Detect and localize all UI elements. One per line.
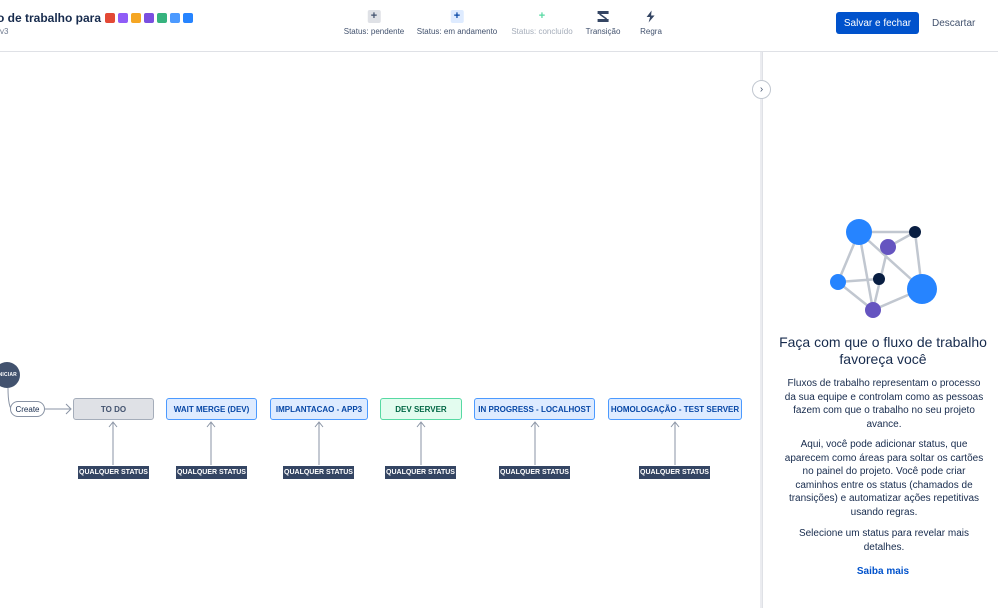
add-status-done-button[interactable]: + Status: concluído	[511, 10, 572, 36]
add-status-todo-button[interactable]: + Status: pendente	[343, 10, 405, 36]
save-and-close-button[interactable]: Salvar e fechar	[836, 12, 919, 34]
any-status-transition[interactable]: QUALQUER STATUS	[385, 466, 456, 479]
any-status-transition[interactable]: QUALQUER STATUS	[639, 466, 710, 479]
status-wait-merge-dev[interactable]: WAIT MERGE (DEV)	[166, 398, 257, 420]
info-panel: Faça com que o fluxo de trabalho favoreç…	[762, 52, 998, 608]
status-dev-server[interactable]: DEV SERVER	[380, 398, 462, 420]
any-status-transition[interactable]: QUALQUER STATUS	[499, 466, 570, 479]
panel-title: Faça com que o fluxo de trabalho favoreç…	[779, 334, 987, 367]
tool-label: Status: em andamento	[416, 27, 498, 36]
plus-icon: +	[538, 10, 546, 22]
plus-icon: +	[450, 10, 464, 23]
panel-paragraph: Fluxos de trabalho representam o process…	[784, 378, 984, 430]
status-to-do[interactable]: TO DO	[73, 398, 154, 420]
workflow-connectors	[7, 387, 680, 465]
status-homologacao-test-server[interactable]: HOMOLOGAÇÃO - TEST SERVER	[608, 398, 742, 420]
add-rule-button[interactable]: Regra	[640, 10, 662, 36]
workflow-illustration-icon	[830, 219, 937, 318]
tool-label: Transição	[585, 27, 621, 36]
plus-icon: +	[367, 10, 381, 23]
lightning-icon	[644, 10, 657, 23]
status-implantacao-app3[interactable]: IMPLANTACAO - APP3	[270, 398, 368, 420]
chevron-right-icon: ›	[759, 83, 764, 95]
header: o de trabalho para v3 + Status: pendente…	[0, 0, 998, 52]
add-status-in-progress-button[interactable]: + Status: em andamento	[416, 10, 498, 36]
tool-label: Status: pendente	[343, 27, 405, 36]
transition-icon	[596, 10, 609, 23]
learn-more-link[interactable]: Saiba mais	[773, 566, 993, 577]
tool-label: Status: concluído	[511, 27, 573, 36]
any-status-transition[interactable]: QUALQUER STATUS	[176, 466, 247, 479]
status-in-progress-localhost[interactable]: IN PROGRESS - LOCALHOST	[474, 398, 595, 420]
tool-label: Regra	[640, 27, 662, 36]
create-transition[interactable]: Create	[10, 401, 45, 417]
any-status-transition[interactable]: QUALQUER STATUS	[78, 466, 149, 479]
any-status-transition[interactable]: QUALQUER STATUS	[283, 466, 354, 479]
collapse-panel-button[interactable]: ›	[752, 80, 771, 99]
panel-paragraph: Selecione um status para revelar mais de…	[798, 528, 970, 553]
workflow-canvas[interactable]: INICIAR Create TO DO WAIT MERGE (DEV) IM…	[0, 52, 762, 608]
add-transition-button[interactable]: Transição	[585, 10, 621, 36]
discard-button[interactable]: Descartar	[926, 12, 981, 34]
panel-paragraph: Aqui, você pode adicionar status, que ap…	[784, 439, 984, 518]
